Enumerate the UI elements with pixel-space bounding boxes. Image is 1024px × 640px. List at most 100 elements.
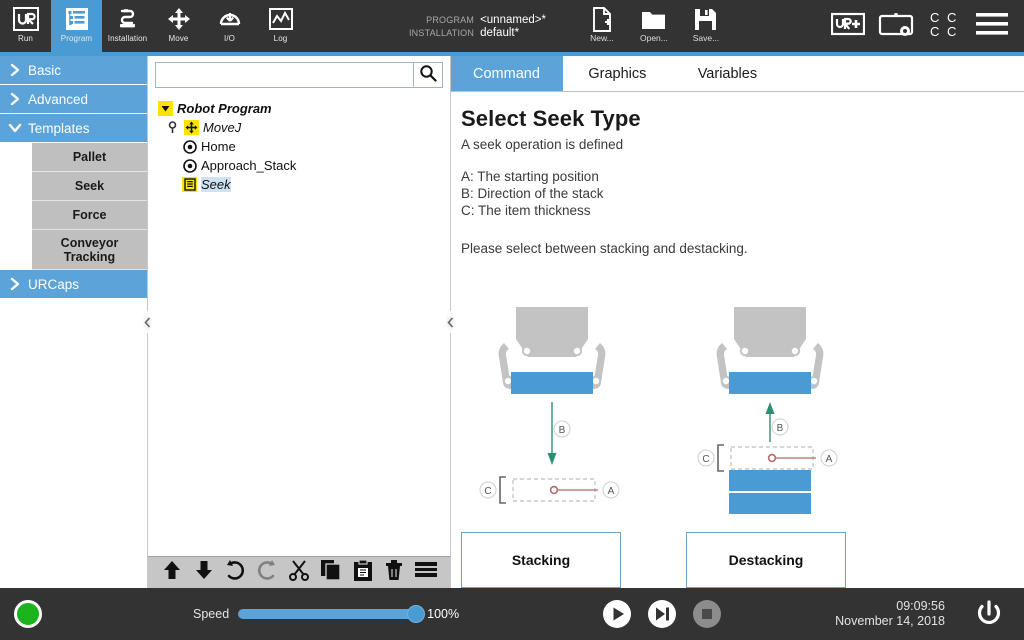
chevron-right-icon bbox=[8, 92, 22, 106]
tree-node-home[interactable]: Home bbox=[158, 137, 450, 156]
new-button[interactable]: New... bbox=[576, 0, 628, 52]
open-button-label: Open... bbox=[640, 33, 668, 43]
cut-button[interactable] bbox=[283, 558, 315, 588]
seek-type-choices: Stacking Destacking bbox=[461, 532, 1001, 588]
diagram-label-b: B bbox=[559, 425, 566, 436]
tree-edit-toolbar bbox=[148, 556, 450, 588]
sidebar-item-label: Conveyor Tracking bbox=[34, 236, 145, 264]
stacking-button[interactable]: Stacking bbox=[461, 532, 621, 588]
urplus-button[interactable] bbox=[824, 0, 872, 52]
svg-text:C: C bbox=[947, 24, 956, 39]
clock-time: 09:09:56 bbox=[835, 599, 945, 614]
open-folder-icon bbox=[641, 5, 666, 33]
svg-text:C: C bbox=[947, 10, 956, 25]
sidebar-item-force[interactable]: Force bbox=[32, 201, 147, 230]
legend-line-b: B: Direction of the stack bbox=[461, 185, 1006, 202]
nav-tab-move[interactable]: Move bbox=[153, 0, 204, 52]
robot-arm-icon bbox=[115, 4, 141, 34]
status-bar: Speed 100% bbox=[0, 588, 1024, 640]
pendant-settings-button[interactable] bbox=[872, 0, 920, 52]
arrow-up-icon bbox=[161, 559, 183, 586]
nav-tab-program[interactable]: Program bbox=[51, 0, 102, 52]
nav-tab-label: I/O bbox=[224, 34, 235, 44]
urplus-icon bbox=[831, 12, 865, 41]
sidebar-item-pallet[interactable]: Pallet bbox=[32, 143, 147, 172]
nav-tab-installation[interactable]: Installation bbox=[102, 0, 153, 52]
sidebar-group-urcaps[interactable]: URCaps bbox=[0, 270, 147, 299]
save-button-label: Save... bbox=[693, 33, 719, 43]
main-area: Basic Advanced Templates Pallet Seek bbox=[0, 56, 1024, 588]
nav-tab-run[interactable]: Run bbox=[0, 0, 51, 52]
move-down-button[interactable] bbox=[188, 558, 220, 588]
delete-button[interactable] bbox=[378, 558, 410, 588]
tree-node-movej[interactable]: MoveJ bbox=[158, 118, 450, 137]
suppress-button[interactable] bbox=[410, 558, 442, 588]
hamburger-menu-button[interactable] bbox=[968, 0, 1016, 52]
sidebar-item-conveyor-tracking[interactable]: Conveyor Tracking bbox=[32, 230, 147, 270]
program-list-icon bbox=[64, 4, 90, 34]
clock-date: November 14, 2018 bbox=[835, 614, 945, 629]
tab-command[interactable]: Command bbox=[451, 56, 563, 91]
sidebar-item-label: Force bbox=[72, 208, 106, 222]
nav-tab-label: Installation bbox=[108, 34, 147, 44]
waypoint-icon bbox=[182, 158, 197, 173]
move-up-button[interactable] bbox=[156, 558, 188, 588]
stop-icon bbox=[692, 599, 722, 629]
power-icon bbox=[973, 598, 1005, 630]
tab-graphics[interactable]: Graphics bbox=[563, 56, 673, 91]
stacking-diagram: B C A bbox=[480, 307, 619, 503]
sidebar-group-templates[interactable]: Templates bbox=[0, 114, 147, 143]
scissors-icon bbox=[288, 559, 310, 586]
destacking-button[interactable]: Destacking bbox=[686, 532, 846, 588]
tree-collapse-handle[interactable] bbox=[445, 311, 456, 333]
paste-button[interactable] bbox=[347, 558, 379, 588]
suppress-lines-icon bbox=[414, 560, 438, 585]
sidebar-group-label: Basic bbox=[28, 63, 61, 78]
clipboard-paste-icon bbox=[353, 559, 373, 587]
save-button[interactable]: Save... bbox=[680, 0, 732, 52]
play-button[interactable] bbox=[602, 599, 632, 629]
tree-node-robot-program[interactable]: Robot Program bbox=[158, 99, 450, 118]
tree-node-approach-stack[interactable]: Approach_Stack bbox=[158, 156, 450, 175]
copy-button[interactable] bbox=[315, 558, 347, 588]
trash-icon bbox=[384, 559, 404, 586]
nav-tab-log[interactable]: Log bbox=[255, 0, 306, 52]
new-button-label: New... bbox=[590, 33, 614, 43]
step-button[interactable] bbox=[647, 599, 677, 629]
installation-name-value: default* bbox=[480, 27, 519, 39]
tree-search-bar bbox=[148, 56, 450, 93]
robot-status-indicator[interactable] bbox=[14, 600, 42, 628]
installation-key-label: INSTALLATION bbox=[398, 28, 474, 38]
speed-slider-knob[interactable] bbox=[407, 605, 425, 623]
tree-node-seek[interactable]: Seek bbox=[158, 175, 450, 194]
chevron-left-icon bbox=[447, 317, 454, 328]
panel-tabs: Command Graphics Variables bbox=[451, 56, 1024, 92]
nav-tab-io[interactable]: I/O bbox=[204, 0, 255, 52]
four-c-grid-button[interactable]: C C C C bbox=[920, 0, 968, 52]
sidebar-item-label: Seek bbox=[75, 179, 104, 193]
tab-variables[interactable]: Variables bbox=[673, 56, 783, 91]
sidebar-collapse-handle[interactable] bbox=[142, 311, 153, 333]
sidebar-group-basic[interactable]: Basic bbox=[0, 56, 147, 85]
sidebar-item-seek[interactable]: Seek bbox=[32, 172, 147, 201]
open-button[interactable]: Open... bbox=[628, 0, 680, 52]
four-c-grid-icon: C C C C bbox=[926, 9, 962, 44]
installation-row: INSTALLATION default* bbox=[398, 27, 546, 39]
undo-icon bbox=[223, 559, 247, 586]
file-buttons: New... Open... bbox=[576, 0, 732, 52]
speed-slider[interactable] bbox=[238, 609, 418, 619]
new-file-icon bbox=[591, 5, 613, 33]
svg-text:C: C bbox=[930, 10, 939, 25]
header-center: PROGRAM <unnamed>* INSTALLATION default* bbox=[306, 0, 824, 52]
search-button[interactable] bbox=[413, 62, 443, 88]
undo-button[interactable] bbox=[220, 558, 252, 588]
teach-pendant-screen: Run Program bbox=[0, 0, 1024, 640]
power-button[interactable] bbox=[973, 598, 1005, 630]
collapse-triangle-icon[interactable] bbox=[158, 101, 173, 116]
redo-button[interactable] bbox=[251, 558, 283, 588]
tab-label: Command bbox=[473, 66, 540, 82]
search-input[interactable] bbox=[155, 62, 413, 88]
stop-button[interactable] bbox=[692, 599, 722, 629]
sidebar-group-advanced[interactable]: Advanced bbox=[0, 85, 147, 114]
speed-label: Speed bbox=[193, 607, 229, 621]
